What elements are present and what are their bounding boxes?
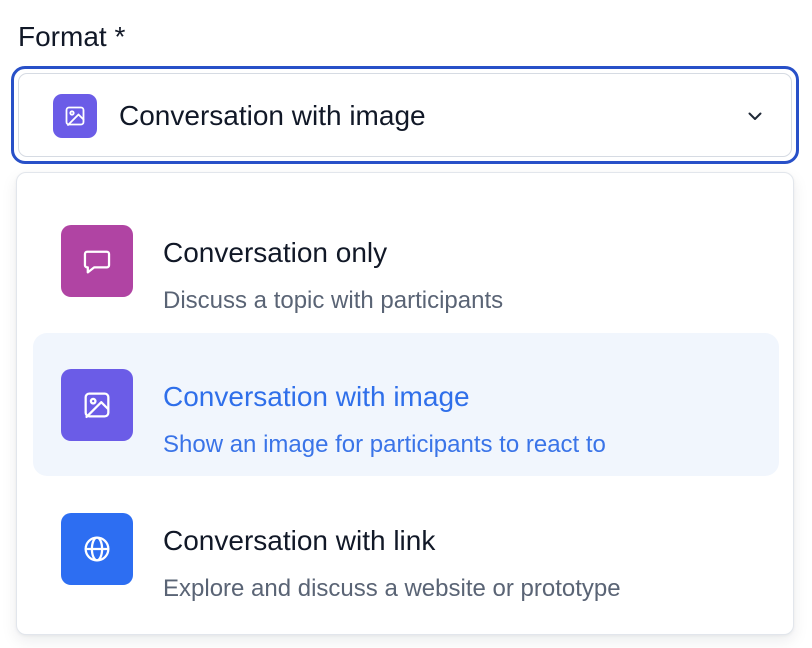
option-description: Show an image for participants to react … [163, 431, 606, 458]
option-title: Conversation with image [163, 381, 470, 412]
option-conversation-only[interactable]: Conversation only Discuss a topic with p… [33, 189, 779, 332]
option-description: Explore and discuss a website or prototy… [163, 575, 621, 602]
option-conversation-with-image[interactable]: Conversation with image Show an image fo… [33, 333, 779, 476]
option-title: Conversation only [163, 237, 388, 268]
format-dropdown-menu: Conversation only Discuss a topic with p… [16, 172, 794, 635]
chat-bubble-icon [61, 225, 133, 297]
globe-icon [61, 513, 133, 585]
chevron-down-icon[interactable] [745, 106, 765, 126]
option-title: Conversation with link [163, 525, 436, 556]
image-icon [61, 369, 133, 441]
format-field-label: Format * [18, 21, 126, 52]
option-description: Discuss a topic with participants [163, 287, 504, 314]
select-current-value: Conversation with image [119, 100, 426, 131]
image-icon [53, 94, 97, 138]
option-conversation-with-link[interactable]: Conversation with link Explore and discu… [33, 477, 779, 620]
format-select[interactable]: Conversation with image [18, 73, 792, 157]
